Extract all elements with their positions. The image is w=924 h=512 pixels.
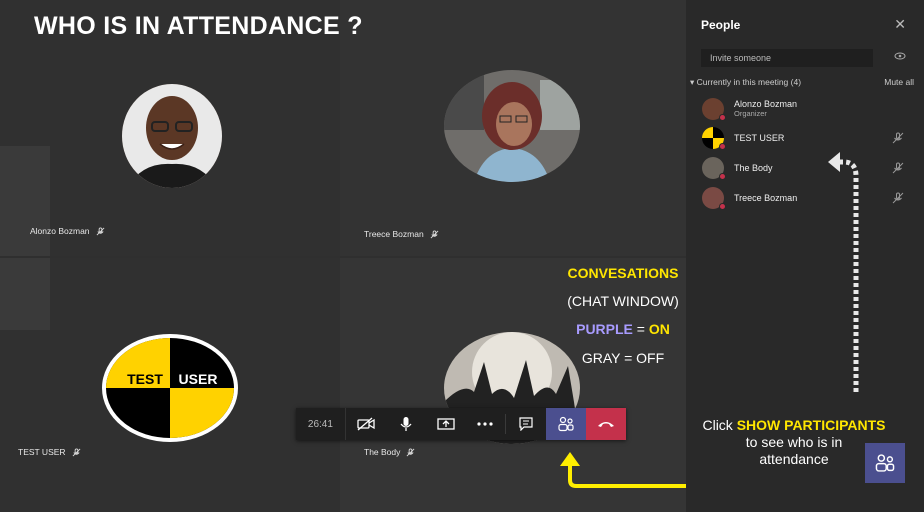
hang-up-button[interactable] (586, 408, 626, 440)
overlay-title: WHO IS IN ATTENDANCE ? (34, 12, 363, 40)
annotation-purple: PURPLE (576, 321, 633, 337)
people-icon (875, 454, 895, 472)
dashed-arrow-pointer (828, 152, 859, 392)
participant-row[interactable]: TEST USER (702, 126, 914, 150)
mic-off-icon (406, 447, 415, 456)
panel-title: People (701, 18, 741, 32)
hint-rest: to see who is in attendance (745, 434, 843, 467)
tile-name-label: Alonzo Bozman (30, 226, 90, 236)
tile-name-the-body: The Body (364, 447, 415, 457)
show-conversation-button[interactable] (506, 408, 546, 440)
mic-icon (400, 417, 412, 431)
chevron-down-icon: ▾ (690, 77, 697, 87)
mute-all-button[interactable]: Mute all (884, 77, 914, 88)
avatar (702, 98, 726, 121)
chat-icon (519, 417, 533, 431)
section-label[interactable]: ▾ Currently in this meeting (4) (690, 77, 801, 88)
status-busy-icon (719, 143, 726, 150)
annotation-on: ON (648, 321, 670, 337)
share-screen-button[interactable] (426, 408, 466, 440)
tile-name-label: TEST USER (18, 447, 66, 457)
tile-name-test-user: TEST USER (18, 447, 81, 457)
close-icon[interactable]: ✕ (894, 16, 906, 33)
decorative-block (0, 258, 50, 330)
avatar-alonzo (122, 84, 222, 188)
annotation-purple-on: PURPLE = ON (560, 321, 686, 337)
mic-off-icon[interactable] (892, 192, 904, 204)
participant-role: Organizer (734, 109, 767, 118)
participant-row[interactable]: Treece Bozman (702, 186, 914, 210)
share-screen-icon (436, 418, 455, 430)
share-invite-icon[interactable] (894, 52, 906, 60)
mic-off-icon[interactable] (892, 132, 904, 144)
annotation-equals: = (632, 321, 649, 337)
section-label-text: Currently in this meeting (4) (696, 77, 802, 87)
mic-toggle-button[interactable] (386, 408, 426, 440)
video-off-icon (357, 417, 375, 431)
annotation-conversations: CONVESATIONS (567, 265, 679, 281)
test-user-logo: TEST USER (101, 333, 239, 443)
avatar (702, 187, 726, 210)
hang-up-icon (598, 422, 615, 427)
meeting-timer: 26:41 (296, 408, 346, 440)
more-icon (477, 422, 494, 426)
tile-name-label: Treece Bozman (364, 229, 424, 239)
section-header: ▾ Currently in this meeting (4) Mute all (690, 77, 914, 88)
participant-name: The Body (734, 163, 773, 173)
status-busy-icon (719, 173, 726, 180)
tile-name-label: The Body (364, 447, 401, 457)
decorative-block (0, 146, 50, 256)
participant-name: Alonzo Bozman (734, 99, 798, 109)
annotation-gray-off: GRAY = OFF (581, 350, 665, 366)
participant-row[interactable]: The Body (702, 156, 914, 180)
avatar (702, 157, 726, 180)
camera-toggle-button[interactable] (346, 408, 386, 440)
participant-row[interactable]: Alonzo Bozman Organizer (702, 97, 914, 121)
meeting-stage: WHO IS IN ATTENDANCE ? Alonzo Bozman Tre (0, 0, 742, 512)
mic-off-icon (96, 226, 104, 235)
logo-text-test: TEST (127, 371, 163, 387)
participant-name: TEST USER (734, 133, 785, 143)
mic-off-icon[interactable] (892, 162, 904, 174)
status-busy-icon (719, 114, 726, 121)
avatar-treece (444, 70, 580, 182)
meeting-toolbar: 26:41 (296, 408, 626, 440)
tile-name-treece: Treece Bozman (364, 229, 439, 239)
more-actions-button[interactable] (465, 408, 505, 440)
hint-highlight: SHOW PARTICIPANTS (736, 417, 886, 433)
people-icon (558, 416, 574, 432)
avatar (702, 127, 726, 150)
mic-off-icon (72, 447, 80, 456)
hint-text: Click SHOW PARTICIPANTS to see who is in… (694, 417, 894, 468)
logo-text-user: USER (179, 371, 218, 387)
participant-name: Treece Bozman (734, 193, 798, 203)
show-participants-illustration (865, 443, 905, 483)
show-participants-button[interactable] (546, 408, 587, 440)
status-busy-icon (719, 203, 726, 210)
tile-name-alonzo: Alonzo Bozman (30, 226, 105, 236)
mic-off-icon (430, 229, 439, 238)
annotation-chat-window: (CHAT WINDOW) (567, 293, 679, 309)
invite-input[interactable]: Invite someone (701, 49, 873, 67)
hint-prefix: Click (702, 417, 737, 433)
